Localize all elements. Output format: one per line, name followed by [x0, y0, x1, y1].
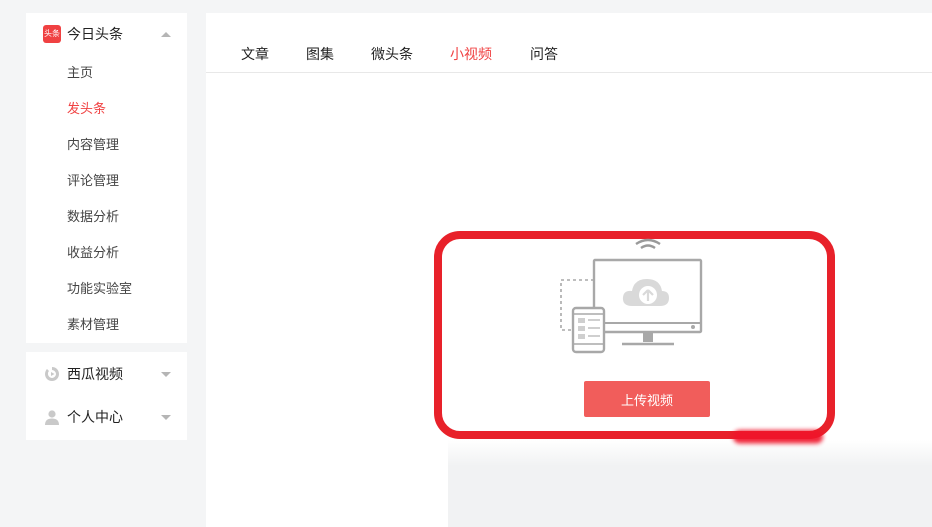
blurred-region: [448, 440, 932, 527]
upload-video-button[interactable]: 上传视频: [584, 381, 710, 417]
sidebar-item-comment-manage[interactable]: 评论管理: [67, 173, 119, 191]
tab-short-video[interactable]: 小视频: [450, 44, 492, 64]
sidebar-personal-header[interactable]: 个人中心: [26, 397, 187, 437]
upload-devices-illustration-icon: [560, 238, 703, 354]
sidebar-toutiao-header[interactable]: 头条 今日头条: [26, 14, 187, 54]
sidebar-toutiao-title: 今日头条: [67, 27, 123, 43]
tab-article[interactable]: 文章: [241, 44, 269, 64]
sidebar-xigua-title: 西瓜视频: [67, 367, 123, 383]
chevron-up-icon[interactable]: [161, 31, 171, 37]
chevron-down-icon[interactable]: [161, 371, 171, 377]
sidebar-toutiao-card: 头条 今日头条 主页 发头条 内容管理 评论管理 数据分析 收益分析 功能实验室…: [26, 13, 187, 343]
sidebar-item-content-manage[interactable]: 内容管理: [67, 137, 119, 155]
tab-bar: 文章 图集 微头条 小视频 问答: [206, 13, 932, 73]
sidebar-personal-title: 个人中心: [67, 410, 123, 426]
sidebar-item-publish[interactable]: 发头条: [67, 101, 106, 119]
sidebar-item-lab[interactable]: 功能实验室: [67, 281, 132, 299]
sidebar-other-card: 西瓜视频 个人中心: [26, 352, 187, 440]
tab-gallery[interactable]: 图集: [306, 44, 334, 64]
sidebar-item-materials[interactable]: 素材管理: [67, 317, 119, 335]
sidebar-item-revenue-analysis[interactable]: 收益分析: [67, 245, 119, 263]
sidebar-item-data-analysis[interactable]: 数据分析: [67, 209, 119, 227]
sidebar-xigua-header[interactable]: 西瓜视频: [26, 354, 187, 394]
toutiao-logo-icon: 头条: [43, 25, 61, 43]
user-icon: [45, 410, 59, 425]
tab-qa[interactable]: 问答: [530, 44, 558, 64]
sidebar-item-home[interactable]: 主页: [67, 65, 93, 83]
xigua-logo-icon: [45, 367, 59, 381]
tab-micro-post[interactable]: 微头条: [371, 44, 413, 64]
chevron-down-icon[interactable]: [161, 414, 171, 420]
